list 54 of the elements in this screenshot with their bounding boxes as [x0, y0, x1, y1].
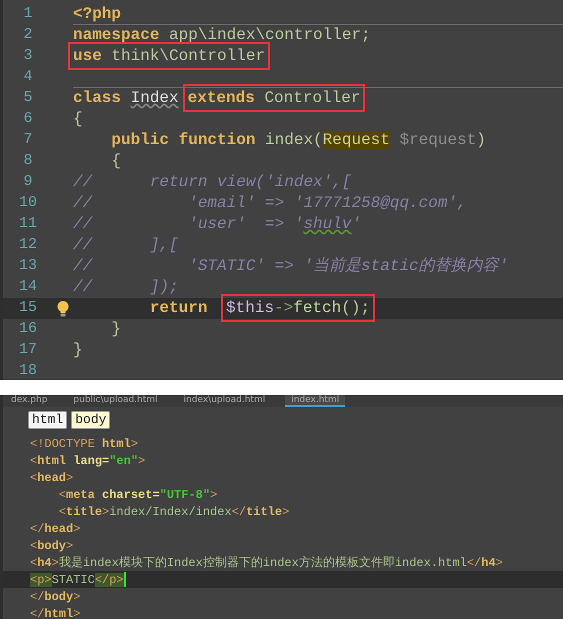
line-number: 5 — [22, 88, 34, 108]
code-text: <body> — [30, 538, 74, 554]
code-text: class Index — [73, 88, 179, 109]
code-text: </head> — [30, 520, 80, 538]
annotation-box: $this->fetch(); — [221, 294, 376, 322]
code-text: // ]); — [73, 277, 179, 298]
line-number: 17 — [18, 340, 38, 360]
code-text: } — [110, 319, 122, 340]
code-text: { — [110, 151, 122, 172]
line-number: 9 — [22, 172, 34, 192]
line-number: 10 — [18, 193, 38, 214]
code-text: </body> — [30, 588, 80, 606]
line-number: 4 — [22, 67, 34, 88]
code-text: public function index(Request $request) — [110, 130, 486, 151]
line-number: 16 — [18, 319, 38, 340]
editor-tab[interactable]: index\upload.html — [178, 395, 272, 407]
code-text: return — [148, 298, 208, 319]
line-number: 6 — [22, 109, 34, 130]
text-cursor — [124, 572, 126, 587]
line-number: 7 — [22, 130, 34, 150]
code-text: // 'STATIC' => '当前是static的替换内容' — [73, 256, 508, 277]
line-number: 14 — [18, 277, 38, 298]
line-number: 12 — [18, 235, 38, 256]
code-text: <p>STATIC</p> — [30, 572, 124, 588]
annotation-box: use think\Controller — [68, 42, 270, 70]
code-text: // 'email' => '17771258@qq.com', — [73, 193, 467, 214]
code-text: // return view('index',[ — [73, 172, 352, 193]
code-text: // 'user' => 'shulv' — [73, 214, 362, 235]
code-text: </html> — [30, 606, 80, 619]
line-number: 11 — [18, 214, 38, 234]
line-number: 2 — [22, 25, 34, 46]
code-text: <h4>我是index模块下的Index控制器下的index方法的模板文件即index.html</h4> — [30, 554, 503, 572]
editor-tab[interactable]: public\upload.html — [67, 395, 164, 407]
line-number: 8 — [22, 151, 34, 172]
breadcrumb-item[interactable]: html — [28, 411, 68, 429]
code-text: <head> — [30, 470, 74, 486]
code-text: <!DOCTYPE html> — [30, 436, 138, 452]
code-text: // ],[ — [73, 235, 179, 256]
breadcrumb-item[interactable]: body — [71, 411, 110, 429]
code-text: <html lang="en"> — [30, 452, 146, 470]
line-number: 18 — [18, 361, 38, 382]
line-number: 13 — [18, 256, 38, 276]
annotation-box: extends Controller — [182, 84, 366, 112]
code-text: <?php — [73, 4, 122, 25]
code-text: <title>index/Index/index</title> — [58, 504, 290, 520]
lightbulb-icon[interactable] — [56, 300, 70, 318]
code-text: } — [73, 340, 83, 361]
code-text: { — [73, 109, 83, 130]
code-text: <meta charset="UTF-8"> — [58, 486, 218, 504]
editor-tab[interactable]: dex.php — [5, 395, 54, 407]
line-number: 3 — [22, 46, 34, 66]
line-number: 1 — [22, 4, 34, 24]
line-number: 15 — [18, 298, 38, 318]
editor-tab[interactable]: index.html — [285, 395, 346, 407]
